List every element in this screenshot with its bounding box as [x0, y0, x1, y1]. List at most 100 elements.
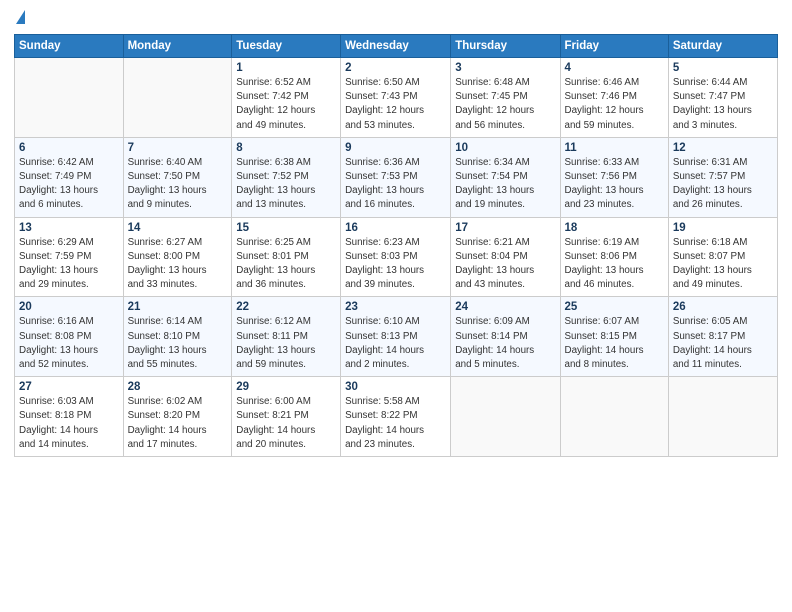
- day-info: Sunrise: 6:48 AM Sunset: 7:45 PM Dayligh…: [455, 76, 555, 133]
- calendar-cell: 6 Sunrise: 6:42 AM Sunset: 7:49 PM Daylig…: [15, 137, 124, 217]
- calendar-cell: 5 Sunrise: 6:44 AM Sunset: 7:47 PM Daylig…: [668, 58, 777, 138]
- calendar-week-3: 13 Sunrise: 6:29 AM Sunset: 7:59 PM Dayli…: [15, 217, 778, 297]
- day-number: 9: [345, 142, 446, 154]
- calendar-cell: 9Sunrise: 6:36 AM Sunset: 7:53 PM Daylig…: [341, 137, 451, 217]
- calendar-table: SundayMondayTuesdayWednesdayThursdayFrid…: [14, 34, 778, 457]
- day-info: Sunrise: 6:03 AM Sunset: 8:18 PM Dayligh…: [19, 395, 119, 452]
- day-number: 11: [565, 142, 664, 154]
- day-number: 24: [455, 301, 555, 313]
- calendar-cell: 20 Sunrise: 6:16 AM Sunset: 8:08 PM Dayli…: [15, 297, 124, 377]
- day-info: Sunrise: 6:21 AM Sunset: 8:04 PM Dayligh…: [455, 236, 555, 293]
- calendar-cell: 3Sunrise: 6:48 AM Sunset: 7:45 PM Daylig…: [451, 58, 560, 138]
- day-info: Sunrise: 6:09 AM Sunset: 8:14 PM Dayligh…: [455, 315, 555, 372]
- calendar-cell: 29 Sunrise: 6:00 AM Sunset: 8:21 PM Dayli…: [232, 377, 341, 457]
- day-number: 21: [128, 301, 228, 313]
- day-number: 17: [455, 222, 555, 234]
- day-info: Sunrise: 5:58 AM Sunset: 8:22 PM Dayligh…: [345, 395, 446, 452]
- day-number: 18: [565, 222, 664, 234]
- day-number: 4: [565, 62, 664, 74]
- weekday-header-thursday: Thursday: [451, 35, 560, 58]
- day-number: 12: [673, 142, 773, 154]
- calendar-cell: 10 Sunrise: 6:34 AM Sunset: 7:54 PM Dayli…: [451, 137, 560, 217]
- day-number: 2: [345, 62, 446, 74]
- day-info: Sunrise: 6:00 AM Sunset: 8:21 PM Dayligh…: [236, 395, 336, 452]
- calendar-cell: 22Sunrise: 6:12 AM Sunset: 8:11 PM Dayli…: [232, 297, 341, 377]
- day-info: Sunrise: 6:07 AM Sunset: 8:15 PM Dayligh…: [565, 315, 664, 372]
- calendar-cell: 13 Sunrise: 6:29 AM Sunset: 7:59 PM Dayli…: [15, 217, 124, 297]
- day-info: Sunrise: 6:10 AM Sunset: 8:13 PM Dayligh…: [345, 315, 446, 372]
- weekday-header-monday: Monday: [123, 35, 232, 58]
- calendar-week-2: 6 Sunrise: 6:42 AM Sunset: 7:49 PM Daylig…: [15, 137, 778, 217]
- day-info: Sunrise: 6:46 AM Sunset: 7:46 PM Dayligh…: [565, 76, 664, 133]
- day-number: 13: [19, 222, 119, 234]
- weekday-header-saturday: Saturday: [668, 35, 777, 58]
- calendar-cell: 8 Sunrise: 6:38 AM Sunset: 7:52 PM Daylig…: [232, 137, 341, 217]
- calendar-week-4: 20 Sunrise: 6:16 AM Sunset: 8:08 PM Dayli…: [15, 297, 778, 377]
- logo: [14, 10, 25, 26]
- day-info: Sunrise: 6:42 AM Sunset: 7:49 PM Dayligh…: [19, 156, 119, 213]
- day-number: 27: [19, 381, 119, 393]
- day-number: 29: [236, 381, 336, 393]
- day-info: Sunrise: 6:50 AM Sunset: 7:43 PM Dayligh…: [345, 76, 446, 133]
- day-info: Sunrise: 6:34 AM Sunset: 7:54 PM Dayligh…: [455, 156, 555, 213]
- calendar-cell: 28 Sunrise: 6:02 AM Sunset: 8:20 PM Dayli…: [123, 377, 232, 457]
- day-number: 20: [19, 301, 119, 313]
- day-info: Sunrise: 6:23 AM Sunset: 8:03 PM Dayligh…: [345, 236, 446, 293]
- day-number: 15: [236, 222, 336, 234]
- calendar-cell: [15, 58, 124, 138]
- calendar-week-1: 1Sunrise: 6:52 AM Sunset: 7:42 PM Daylig…: [15, 58, 778, 138]
- day-info: Sunrise: 6:38 AM Sunset: 7:52 PM Dayligh…: [236, 156, 336, 213]
- weekday-header-wednesday: Wednesday: [341, 35, 451, 58]
- day-info: Sunrise: 6:40 AM Sunset: 7:50 PM Dayligh…: [128, 156, 228, 213]
- calendar-cell: 25Sunrise: 6:07 AM Sunset: 8:15 PM Dayli…: [560, 297, 668, 377]
- calendar-cell: [668, 377, 777, 457]
- calendar-cell: [451, 377, 560, 457]
- day-info: Sunrise: 6:05 AM Sunset: 8:17 PM Dayligh…: [673, 315, 773, 372]
- calendar-cell: [560, 377, 668, 457]
- day-number: 16: [345, 222, 446, 234]
- day-info: Sunrise: 6:02 AM Sunset: 8:20 PM Dayligh…: [128, 395, 228, 452]
- day-number: 8: [236, 142, 336, 154]
- day-number: 22: [236, 301, 336, 313]
- weekday-header-friday: Friday: [560, 35, 668, 58]
- day-info: Sunrise: 6:29 AM Sunset: 7:59 PM Dayligh…: [19, 236, 119, 293]
- day-info: Sunrise: 6:33 AM Sunset: 7:56 PM Dayligh…: [565, 156, 664, 213]
- calendar-cell: 19 Sunrise: 6:18 AM Sunset: 8:07 PM Dayli…: [668, 217, 777, 297]
- calendar-week-5: 27 Sunrise: 6:03 AM Sunset: 8:18 PM Dayli…: [15, 377, 778, 457]
- day-number: 23: [345, 301, 446, 313]
- calendar-cell: 1Sunrise: 6:52 AM Sunset: 7:42 PM Daylig…: [232, 58, 341, 138]
- calendar-cell: 16 Sunrise: 6:23 AM Sunset: 8:03 PM Dayli…: [341, 217, 451, 297]
- day-info: Sunrise: 6:25 AM Sunset: 8:01 PM Dayligh…: [236, 236, 336, 293]
- day-info: Sunrise: 6:44 AM Sunset: 7:47 PM Dayligh…: [673, 76, 773, 133]
- day-number: 5: [673, 62, 773, 74]
- day-info: Sunrise: 6:52 AM Sunset: 7:42 PM Dayligh…: [236, 76, 336, 133]
- calendar-cell: 7 Sunrise: 6:40 AM Sunset: 7:50 PM Daylig…: [123, 137, 232, 217]
- calendar-cell: 21 Sunrise: 6:14 AM Sunset: 8:10 PM Dayli…: [123, 297, 232, 377]
- logo-triangle-icon: [16, 10, 25, 24]
- day-number: 10: [455, 142, 555, 154]
- day-info: Sunrise: 6:14 AM Sunset: 8:10 PM Dayligh…: [128, 315, 228, 372]
- day-info: Sunrise: 6:31 AM Sunset: 7:57 PM Dayligh…: [673, 156, 773, 213]
- day-info: Sunrise: 6:16 AM Sunset: 8:08 PM Dayligh…: [19, 315, 119, 372]
- weekday-header-sunday: Sunday: [15, 35, 124, 58]
- day-number: 30: [345, 381, 446, 393]
- day-info: Sunrise: 6:19 AM Sunset: 8:06 PM Dayligh…: [565, 236, 664, 293]
- calendar-cell: 2 Sunrise: 6:50 AM Sunset: 7:43 PM Daylig…: [341, 58, 451, 138]
- calendar-cell: 4 Sunrise: 6:46 AM Sunset: 7:46 PM Daylig…: [560, 58, 668, 138]
- calendar-cell: 11 Sunrise: 6:33 AM Sunset: 7:56 PM Dayli…: [560, 137, 668, 217]
- day-number: 28: [128, 381, 228, 393]
- day-number: 7: [128, 142, 228, 154]
- day-info: Sunrise: 6:27 AM Sunset: 8:00 PM Dayligh…: [128, 236, 228, 293]
- calendar-cell: 18 Sunrise: 6:19 AM Sunset: 8:06 PM Dayli…: [560, 217, 668, 297]
- day-info: Sunrise: 6:18 AM Sunset: 8:07 PM Dayligh…: [673, 236, 773, 293]
- weekday-header-tuesday: Tuesday: [232, 35, 341, 58]
- calendar-cell: 30 Sunrise: 5:58 AM Sunset: 8:22 PM Dayli…: [341, 377, 451, 457]
- day-number: 6: [19, 142, 119, 154]
- calendar-cell: 17 Sunrise: 6:21 AM Sunset: 8:04 PM Dayli…: [451, 217, 560, 297]
- header: [14, 10, 778, 26]
- page: SundayMondayTuesdayWednesdayThursdayFrid…: [0, 0, 792, 612]
- calendar-cell: 24 Sunrise: 6:09 AM Sunset: 8:14 PM Dayli…: [451, 297, 560, 377]
- calendar-cell: 27 Sunrise: 6:03 AM Sunset: 8:18 PM Dayli…: [15, 377, 124, 457]
- calendar-cell: 23 Sunrise: 6:10 AM Sunset: 8:13 PM Dayli…: [341, 297, 451, 377]
- day-number: 19: [673, 222, 773, 234]
